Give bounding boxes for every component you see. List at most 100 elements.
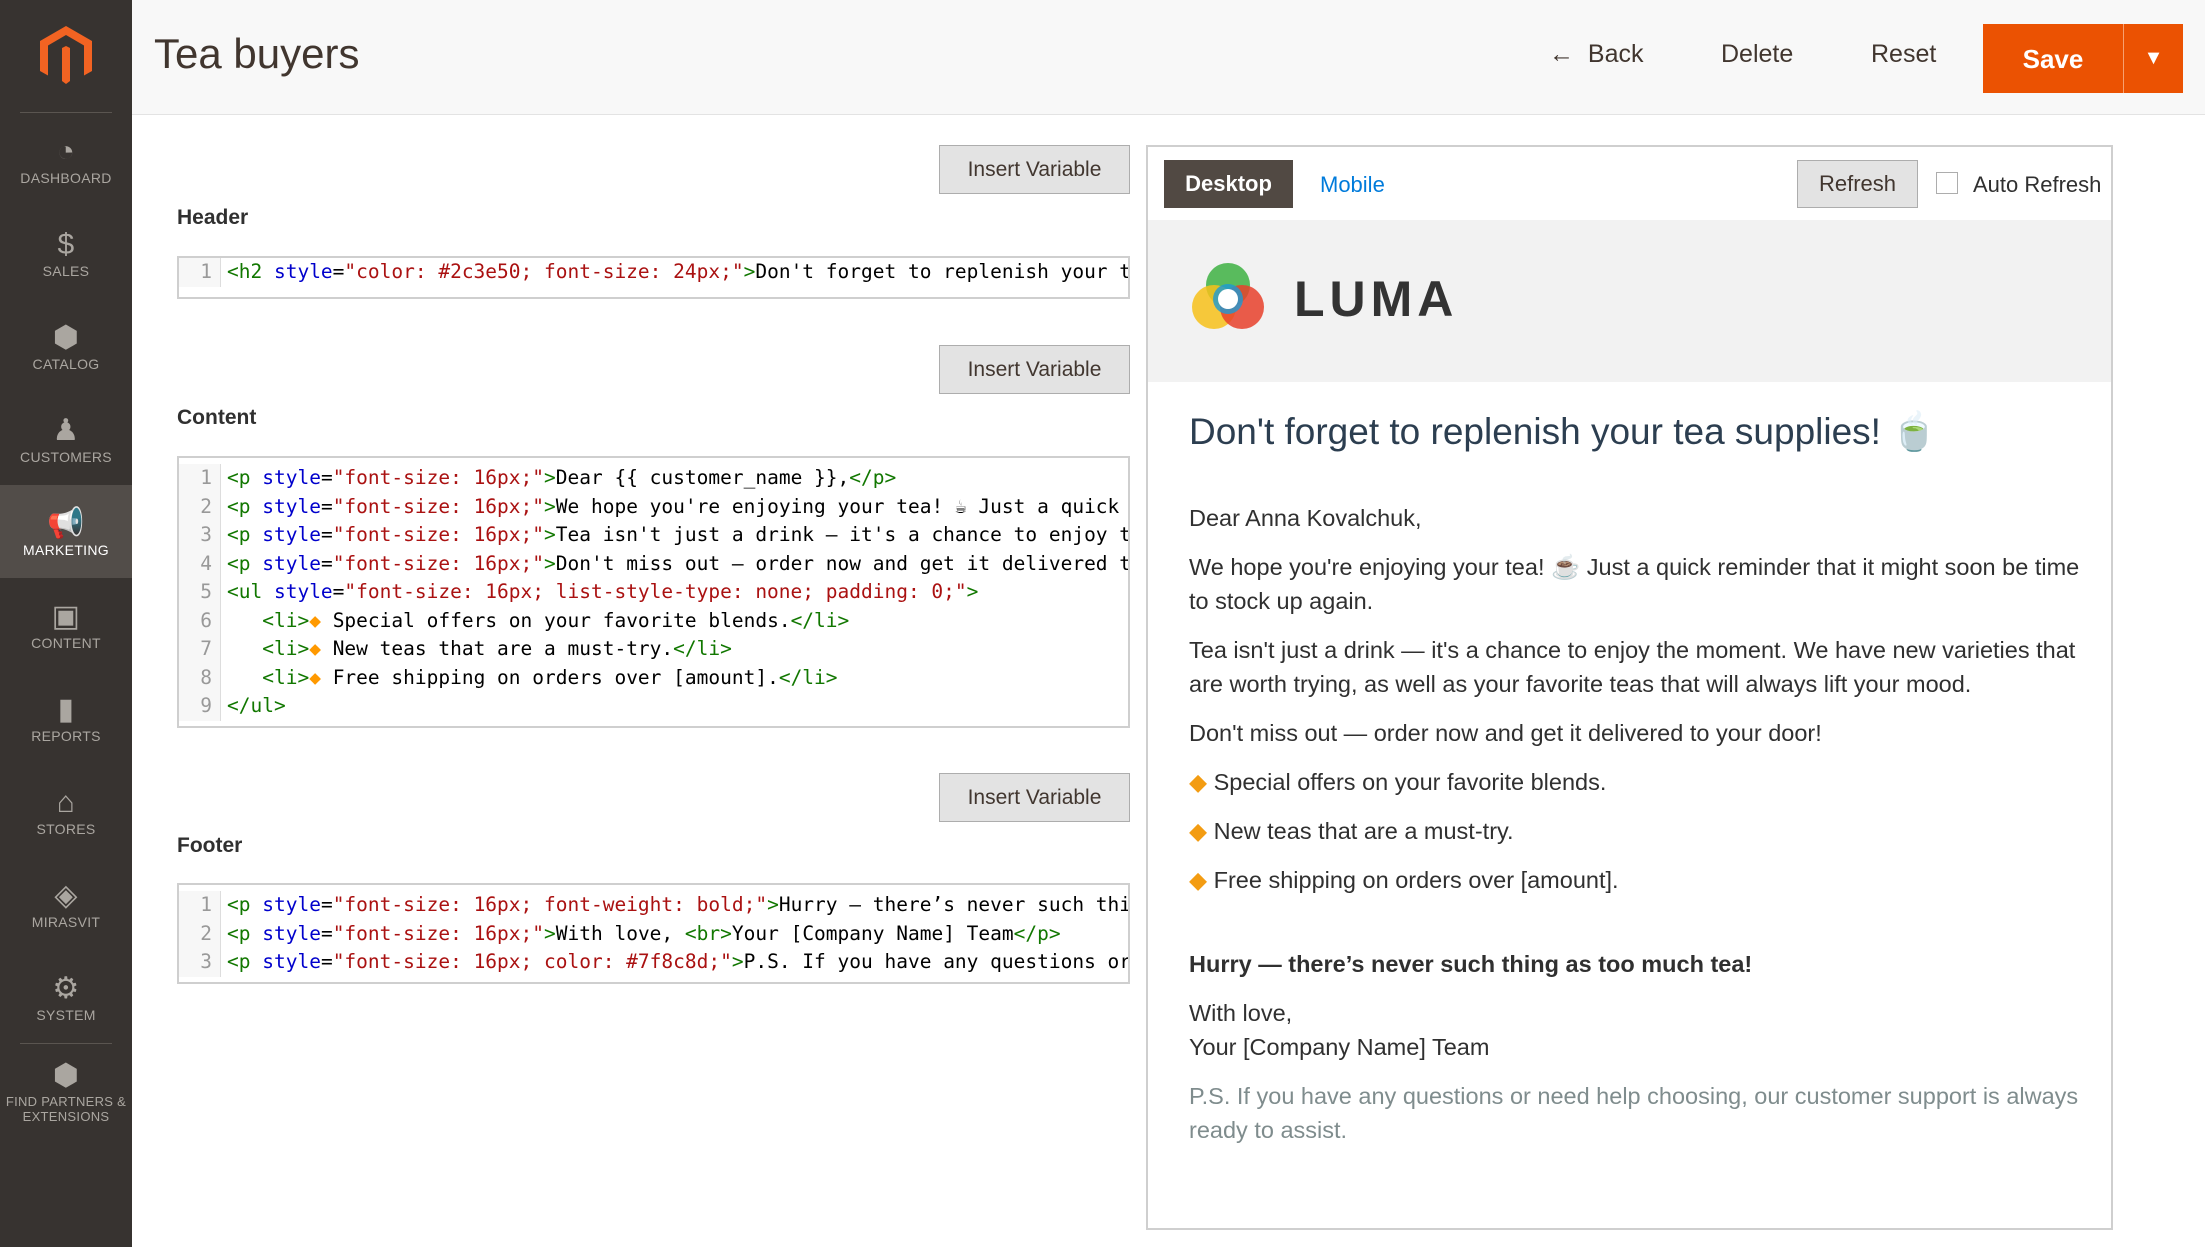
line-number: 8 (179, 663, 221, 692)
line-number: 9 (179, 692, 221, 721)
code-token-str: "color: #2c3e50; font-size: 24px;" (344, 260, 744, 283)
sidebar-item-content[interactable]: ▣ CONTENT (0, 578, 132, 671)
code-line: 4 <p style="font-size: 16px;">Don't miss … (179, 549, 1130, 579)
content-insert-variable-button[interactable]: Insert Variable (939, 345, 1130, 394)
line-number: 5 (179, 578, 221, 607)
list-item-text: New teas that are a must-try. (1213, 818, 1514, 844)
brand-name: LUMA (1294, 271, 1459, 327)
code-token-tag: > (966, 580, 979, 603)
sidebar-item-stores[interactable]: ⌂ STORES (0, 764, 132, 857)
sidebar-item-reports[interactable]: ▮ REPORTS (0, 671, 132, 764)
code-token-att: style (262, 893, 321, 916)
code-token-att: style (262, 523, 321, 546)
sidebar-item-mirasvit[interactable]: ◈ MIRASVIT (0, 857, 132, 950)
code-text: <p style="font-size: 16px;">Dear {{ cust… (221, 464, 896, 493)
code-token-str: "font-size: 16px;" (332, 523, 545, 546)
back-label: Back (1587, 40, 1644, 68)
code-token-txt: Don't miss out — order now and get it de… (555, 551, 1130, 575)
code-token-att: style (273, 260, 333, 283)
code-line: 3 <p style="font-size: 16px; color: #7f8c… (179, 948, 1128, 977)
sidebar-item-label: CUSTOMERS (20, 448, 112, 465)
code-token-txt: = (332, 580, 345, 603)
code-token-tag: > (544, 466, 556, 489)
list-item: ◆ Free shipping on orders over [amount]. (1189, 863, 2089, 897)
code-line: 2 <p style="font-size: 16px;">We hope you… (179, 492, 1128, 521)
mobile-tab[interactable]: Mobile (1320, 172, 1385, 198)
bar-chart-icon: ▮ (57, 692, 75, 726)
code-token-str: "font-size: 16px; color: #7f8c8d;" (332, 950, 732, 973)
paragraph-3: Don't miss out — order now and get it de… (1189, 720, 1822, 746)
code-token-txt: New teas that are a must-try. (320, 637, 674, 660)
code-text: <p style="font-size: 16px;">With love, <… (221, 920, 1061, 949)
code-token-tag: <p (227, 494, 263, 518)
code-text: <li>◆ New teas that are a must-try.</li> (221, 635, 732, 664)
paragraph-2: Tea isn't just a drink — it's a chance t… (1189, 637, 2076, 697)
back-button[interactable]: ← Back (1549, 40, 1644, 69)
code-token-dia: ◆ (309, 637, 321, 660)
code-token-tag: <li> (262, 637, 310, 660)
content-code-editor[interactable]: 1 <p style="font-size: 16px;">Dear {{ cus… (177, 456, 1130, 728)
sidebar-item-marketing[interactable]: 📢 MARKETING (0, 485, 132, 578)
refresh-button[interactable]: Refresh (1797, 160, 1918, 208)
offers-list: ◆ Special offers on your favorite blends… (1189, 765, 2089, 897)
footer-insert-variable-button[interactable]: Insert Variable (939, 773, 1130, 822)
reset-button[interactable]: Reset (1871, 40, 1936, 69)
code-token-txt: Tea isn't just a drink — it's a chance t… (555, 523, 1130, 546)
sidebar-item-system[interactable]: ⚙ SYSTEM (0, 950, 132, 1043)
code-line: 8 <li>◆ Free shipping on orders over [am… (179, 663, 1128, 692)
code-token-txt: Dear {{ customer_name }}, (555, 466, 850, 489)
code-text: <p style="font-size: 16px; color: #7f8c8… (221, 948, 1128, 977)
luma-logo-icon (1192, 263, 1264, 329)
code-token-tag: </li> (790, 608, 850, 632)
code-token-txt: Hurry — there’s never such thing as too … (778, 893, 1130, 916)
code-token-str: "font-size: 16px;" (332, 494, 545, 518)
line-number: 3 (179, 948, 221, 977)
sidebar-item-sales[interactable]: $ SALES (0, 206, 132, 299)
auto-refresh-checkbox[interactable] (1936, 172, 1958, 194)
code-text: <li>◆ Special offers on your favorite bl… (221, 607, 849, 636)
code-token-tag: > (731, 950, 744, 973)
code-line: 6 <li>◆ Special offers on your favorite … (179, 606, 1128, 636)
sidebar-item-label: DASHBOARD (20, 169, 112, 186)
code-line: 2 <p style="font-size: 16px;">With love, … (179, 919, 1128, 949)
sidebar-item-label: SYSTEM (36, 1006, 96, 1023)
save-button[interactable]: Save (1983, 44, 2123, 75)
code-token-tag: <ul (227, 580, 274, 603)
code-token-tag: </li> (778, 665, 838, 689)
code-token-tag: </li> (673, 637, 732, 660)
sidebar-item-catalog[interactable]: ⬢ CATALOG (0, 299, 132, 392)
magento-logo[interactable] (20, 0, 112, 113)
header-insert-variable-button[interactable]: Insert Variable (939, 145, 1130, 194)
code-token-txt: = (320, 494, 333, 518)
content-label: Content (177, 406, 257, 429)
code-token-txt: = (320, 523, 333, 546)
code-token-txt: = (320, 466, 333, 489)
line-number: 1 (179, 891, 221, 920)
desktop-tab[interactable]: Desktop (1164, 160, 1293, 208)
code-text: <ul style="font-size: 16px; list-style-t… (221, 578, 978, 607)
email-body: Don't forget to replenish your tea suppl… (1189, 409, 2089, 1162)
code-token-dia: ◆ (309, 608, 321, 632)
sidebar-item-dashboard[interactable]: ◔ DASHBOARD (0, 113, 132, 206)
footer-code-editor[interactable]: 1 <p style="font-size: 16px; font-weight:… (177, 883, 1130, 984)
save-options-chevron-down-icon[interactable]: ▼ (2123, 24, 2183, 93)
code-token-tag: > (743, 260, 756, 283)
mirasvit-icon: ◈ (54, 878, 78, 912)
email-heading: Don't forget to replenish your tea suppl… (1189, 411, 1938, 452)
code-token-att: style (262, 551, 321, 575)
code-token-str: "font-size: 16px; list-style-type: none;… (344, 580, 967, 603)
line-number: 7 (179, 635, 221, 664)
sidebar-item-customers[interactable]: ♟ CUSTOMERS (0, 392, 132, 485)
arrow-left-icon: ← (1549, 40, 1574, 68)
sidebar-item-find[interactable]: ⬢ FIND PARTNERS & EXTENSIONS (0, 1044, 132, 1137)
header-label: Header (177, 206, 249, 229)
code-line: 1 <h2 style="color: #2c3e50; font-size: 2… (179, 258, 1128, 287)
sidebar-item-label: SALES (42, 262, 90, 279)
delete-button[interactable]: Delete (1721, 40, 1793, 69)
code-text: <p style="font-size: 16px;">Don't miss o… (221, 550, 1130, 579)
box-icon: ⬢ (52, 320, 80, 354)
code-token-tag: > (544, 523, 556, 546)
header-code-editor[interactable]: 1 <h2 style="color: #2c3e50; font-size: 2… (177, 256, 1130, 299)
